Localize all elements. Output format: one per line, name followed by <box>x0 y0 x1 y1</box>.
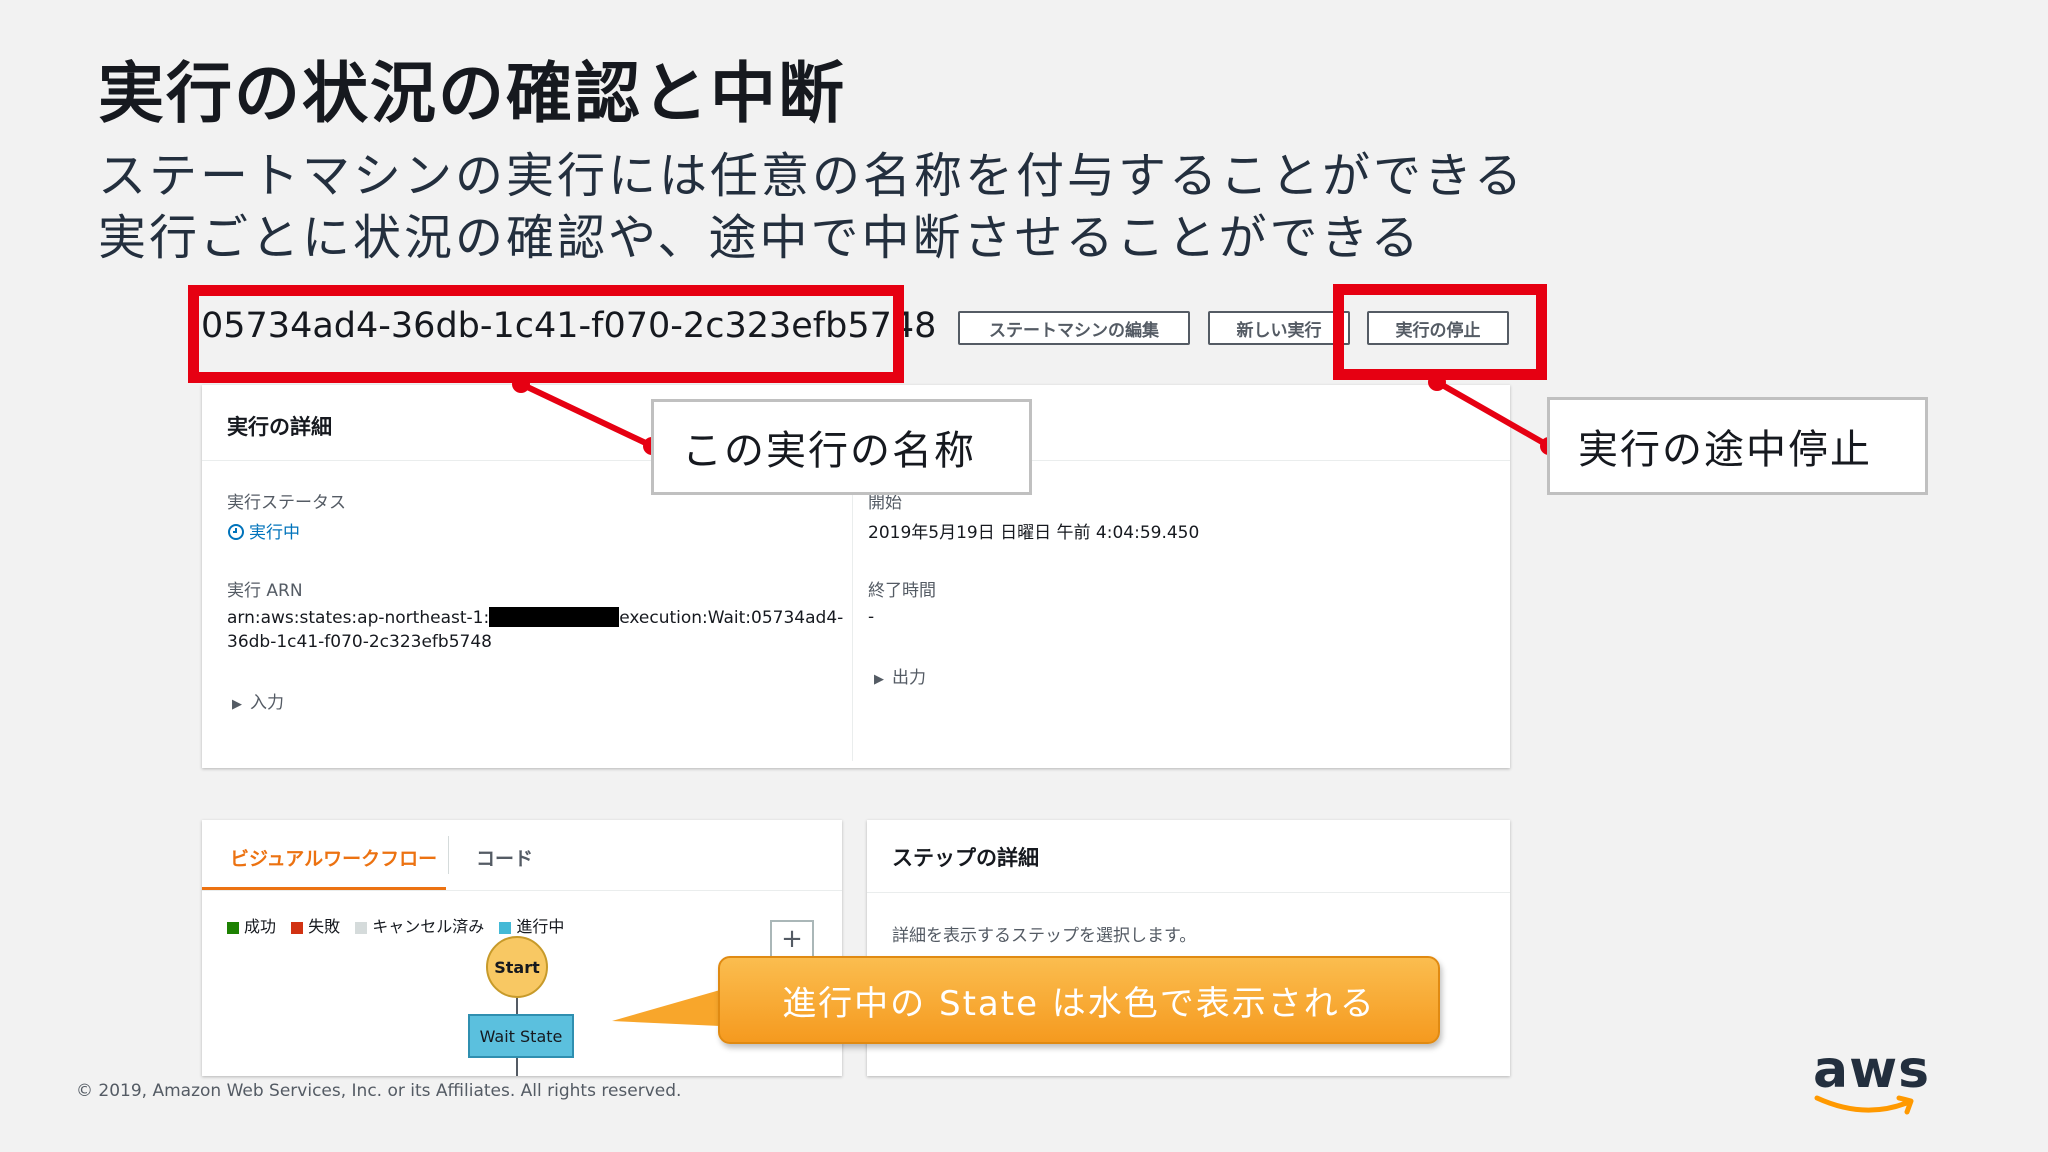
aws-logo: aws <box>1813 1040 1931 1100</box>
stop-callout: 実行の途中停止 <box>1547 397 1928 495</box>
name-callout-dot <box>512 375 530 393</box>
aws-smile-icon <box>1814 1095 1914 1115</box>
stop-callout-dot <box>1428 373 1446 391</box>
copyright-footer: © 2019, Amazon Web Services, Inc. or its… <box>76 1081 682 1101</box>
name-callout: この実行の名称 <box>651 399 1032 495</box>
in-progress-state-callout: 進行中の State は水色で表示される <box>718 956 1440 1044</box>
